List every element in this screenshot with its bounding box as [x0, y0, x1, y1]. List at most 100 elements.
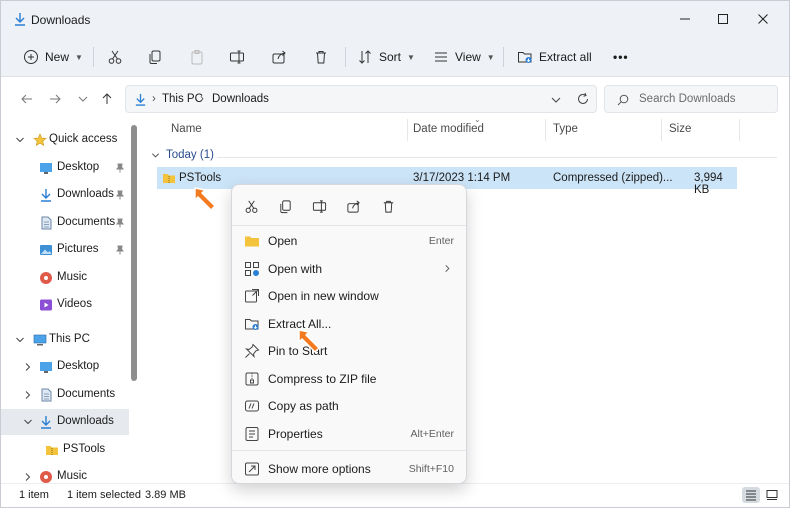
sidebar-item-documents[interactable]: Documents: [1, 210, 129, 236]
forward-button[interactable]: [45, 89, 65, 109]
toolbar-divider: [345, 47, 346, 67]
download-icon: [15, 13, 25, 26]
more-options-icon: [245, 462, 259, 476]
menu-item-open-with[interactable]: Open with: [236, 256, 464, 282]
search-box[interactable]: Search Downloads: [604, 85, 778, 113]
breadcrumb-downloads[interactable]: Downloads: [212, 93, 269, 105]
sidebar-scrollbar[interactable]: [131, 125, 137, 381]
chevron-down-icon: ▼: [486, 52, 495, 62]
context-delete-button[interactable]: [377, 195, 399, 217]
sort-button[interactable]: Sort ▼: [357, 45, 415, 69]
column-header-date[interactable]: Date modified: [413, 123, 484, 135]
window-title: Downloads: [31, 13, 91, 27]
context-copy-button[interactable]: [274, 195, 296, 217]
column-divider[interactable]: [407, 119, 408, 141]
context-share-button[interactable]: [342, 195, 364, 217]
share-button[interactable]: [271, 45, 287, 69]
download-icon: [135, 93, 146, 106]
sidebar-item-pc-documents[interactable]: Documents: [1, 382, 129, 408]
sidebar-item-this-pc[interactable]: This PC: [1, 327, 129, 353]
sidebar-item-pc-downloads[interactable]: Downloads: [1, 409, 129, 435]
new-label: New: [45, 50, 70, 64]
shortcut-text: Enter: [428, 235, 454, 247]
context-rename-button[interactable]: [308, 195, 330, 217]
sidebar-item-music[interactable]: Music: [1, 265, 129, 291]
group-header-today[interactable]: Today (1): [151, 149, 214, 161]
rename-icon: [312, 199, 326, 213]
sort-icon: [359, 50, 371, 64]
sidebar-item-desktop[interactable]: Desktop: [1, 155, 129, 181]
download-icon: [41, 416, 51, 429]
menu-item-open[interactable]: Open Enter: [236, 228, 464, 254]
menu-item-copy-as-path[interactable]: Copy as path: [236, 393, 464, 419]
column-divider[interactable]: [661, 119, 662, 141]
sidebar-item-videos[interactable]: Videos: [1, 292, 129, 318]
chevron-down-icon: [16, 137, 24, 143]
up-button[interactable]: [97, 89, 117, 109]
paste-button[interactable]: [189, 45, 205, 69]
context-cut-button[interactable]: [240, 195, 262, 217]
menu-item-label: Open: [268, 234, 298, 248]
sidebar-item-pstools[interactable]: PSTools: [1, 437, 129, 463]
pin-icon: [116, 163, 124, 173]
maximize-button[interactable]: [709, 7, 737, 31]
desktop-icon: [40, 163, 52, 174]
sidebar-item-pictures[interactable]: Pictures: [1, 237, 129, 263]
plus-circle-icon: [24, 50, 38, 64]
column-divider[interactable]: [739, 119, 740, 141]
search-input: Search Downloads: [639, 93, 736, 105]
minimize-button[interactable]: [671, 7, 699, 31]
details-view-button[interactable]: [742, 487, 760, 503]
delete-button[interactable]: [313, 45, 329, 69]
refresh-button[interactable]: [573, 89, 593, 109]
file-size: 3,994 KB: [694, 172, 723, 196]
trash-icon: [383, 200, 393, 213]
menu-item-pin-to-start[interactable]: Pin to Start: [236, 338, 464, 364]
column-header-type[interactable]: Type: [553, 123, 578, 135]
view-button[interactable]: View ▼: [433, 45, 495, 69]
menu-item-show-more-options[interactable]: Show more options Shift+F10: [236, 456, 464, 482]
chevron-down-icon[interactable]: [550, 94, 562, 106]
group-divider: [217, 157, 777, 158]
share-icon: [272, 50, 286, 64]
sidebar-item-label: PSTools: [63, 443, 106, 455]
recent-locations-button[interactable]: [73, 89, 93, 109]
download-icon: [41, 189, 51, 202]
back-button[interactable]: [17, 89, 37, 109]
copy-icon: [279, 199, 291, 213]
menu-item-open-new-window[interactable]: Open in new window: [236, 283, 464, 309]
sidebar-item-pc-desktop[interactable]: Desktop: [1, 354, 129, 380]
menu-item-properties[interactable]: Properties Alt+Enter: [236, 421, 464, 447]
title-bar: Downloads: [1, 1, 789, 37]
close-button[interactable]: [749, 7, 777, 31]
chevron-down-icon: [152, 152, 159, 157]
new-button[interactable]: New ▼: [23, 45, 83, 69]
menu-divider: [232, 450, 466, 451]
chevron-down-icon: [16, 337, 24, 343]
copy-button[interactable]: [147, 45, 163, 69]
context-menu-quick-actions: [232, 185, 466, 225]
column-divider[interactable]: [545, 119, 546, 141]
tiles-view-button[interactable]: [763, 487, 781, 503]
sidebar-item-quick-access[interactable]: Quick access: [1, 127, 129, 153]
sidebar-item-downloads[interactable]: Downloads: [1, 182, 129, 208]
menu-item-label: Open in new window: [268, 289, 379, 303]
column-header-size[interactable]: Size: [669, 123, 691, 135]
selection-size: 3.89 MB: [145, 489, 186, 501]
copy-icon: [149, 50, 161, 64]
sidebar-item-label: Pictures: [57, 243, 99, 255]
menu-item-extract-all[interactable]: Extract All...: [236, 311, 464, 337]
extract-all-button[interactable]: Extract all: [517, 45, 592, 69]
menu-item-label: Show more options: [268, 462, 371, 476]
breadcrumb-this-pc[interactable]: This PC: [162, 93, 203, 105]
more-options-button[interactable]: •••: [613, 45, 629, 69]
rename-button[interactable]: [229, 45, 245, 69]
menu-item-label: Copy as path: [268, 399, 339, 413]
menu-item-compress-zip[interactable]: Compress to ZIP file: [236, 366, 464, 392]
cut-button[interactable]: [107, 45, 123, 69]
column-header-name[interactable]: Name: [171, 123, 202, 135]
command-bar: New ▼ Sort ▼ View ▼ Extract all •••: [1, 37, 789, 77]
address-bar[interactable]: › This PC › Downloads: [125, 85, 597, 113]
menu-item-label: Open with: [268, 262, 323, 276]
document-icon: [41, 388, 52, 402]
